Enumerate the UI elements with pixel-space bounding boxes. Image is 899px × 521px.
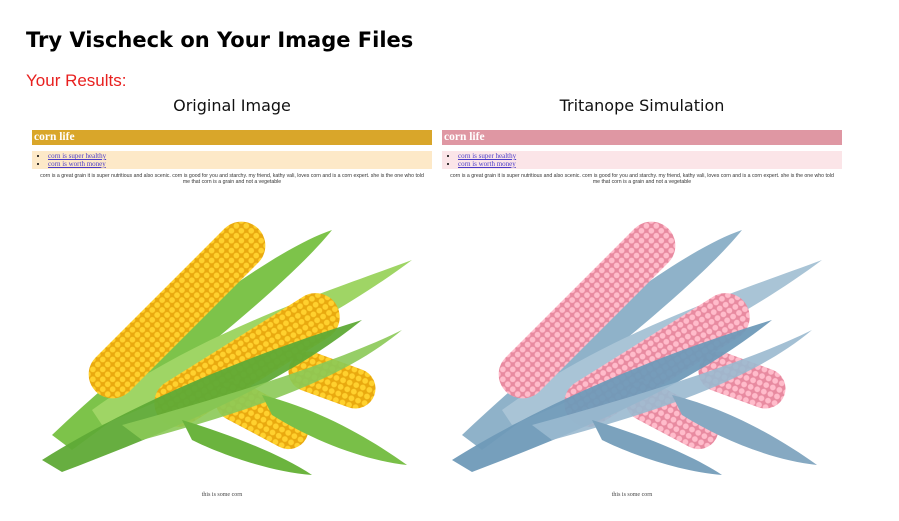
corn-photo: [42, 221, 412, 475]
banner-corn-life: corn life: [442, 130, 842, 145]
link-list-box: corn is super healthy corn is worth mone…: [442, 151, 842, 169]
link-list: corn is super healthy corn is worth mone…: [32, 151, 432, 168]
banner-corn-life: corn life: [32, 130, 432, 145]
link-list: corn is super healthy corn is worth mone…: [442, 151, 842, 168]
link-list-box: corn is super healthy corn is worth mone…: [32, 151, 432, 169]
original-image: corn life corn is super healthy corn is …: [32, 130, 432, 510]
image-caption: this is some corn: [201, 492, 243, 498]
corn-paragraph: corn is a great grain it is super nutrit…: [40, 173, 424, 185]
list-item: corn is worth money: [48, 160, 432, 169]
link-corn-money[interactable]: corn is worth money: [458, 160, 516, 168]
simulation-image: corn life corn is super healthy corn is …: [442, 130, 842, 510]
simulation-image-title: Tritanope Simulation: [559, 96, 725, 115]
original-image-title: Original Image: [173, 96, 291, 115]
link-corn-money[interactable]: corn is worth money: [48, 160, 106, 168]
corn-paragraph: corn is a great grain it is super nutrit…: [450, 173, 834, 185]
results-label: Your Results:: [26, 71, 127, 90]
page-heading: Try Vischeck on Your Image Files: [26, 28, 414, 52]
corn-photo-simulated: [452, 221, 822, 475]
image-caption: this is some corn: [611, 492, 653, 498]
list-item: corn is worth money: [458, 160, 842, 169]
